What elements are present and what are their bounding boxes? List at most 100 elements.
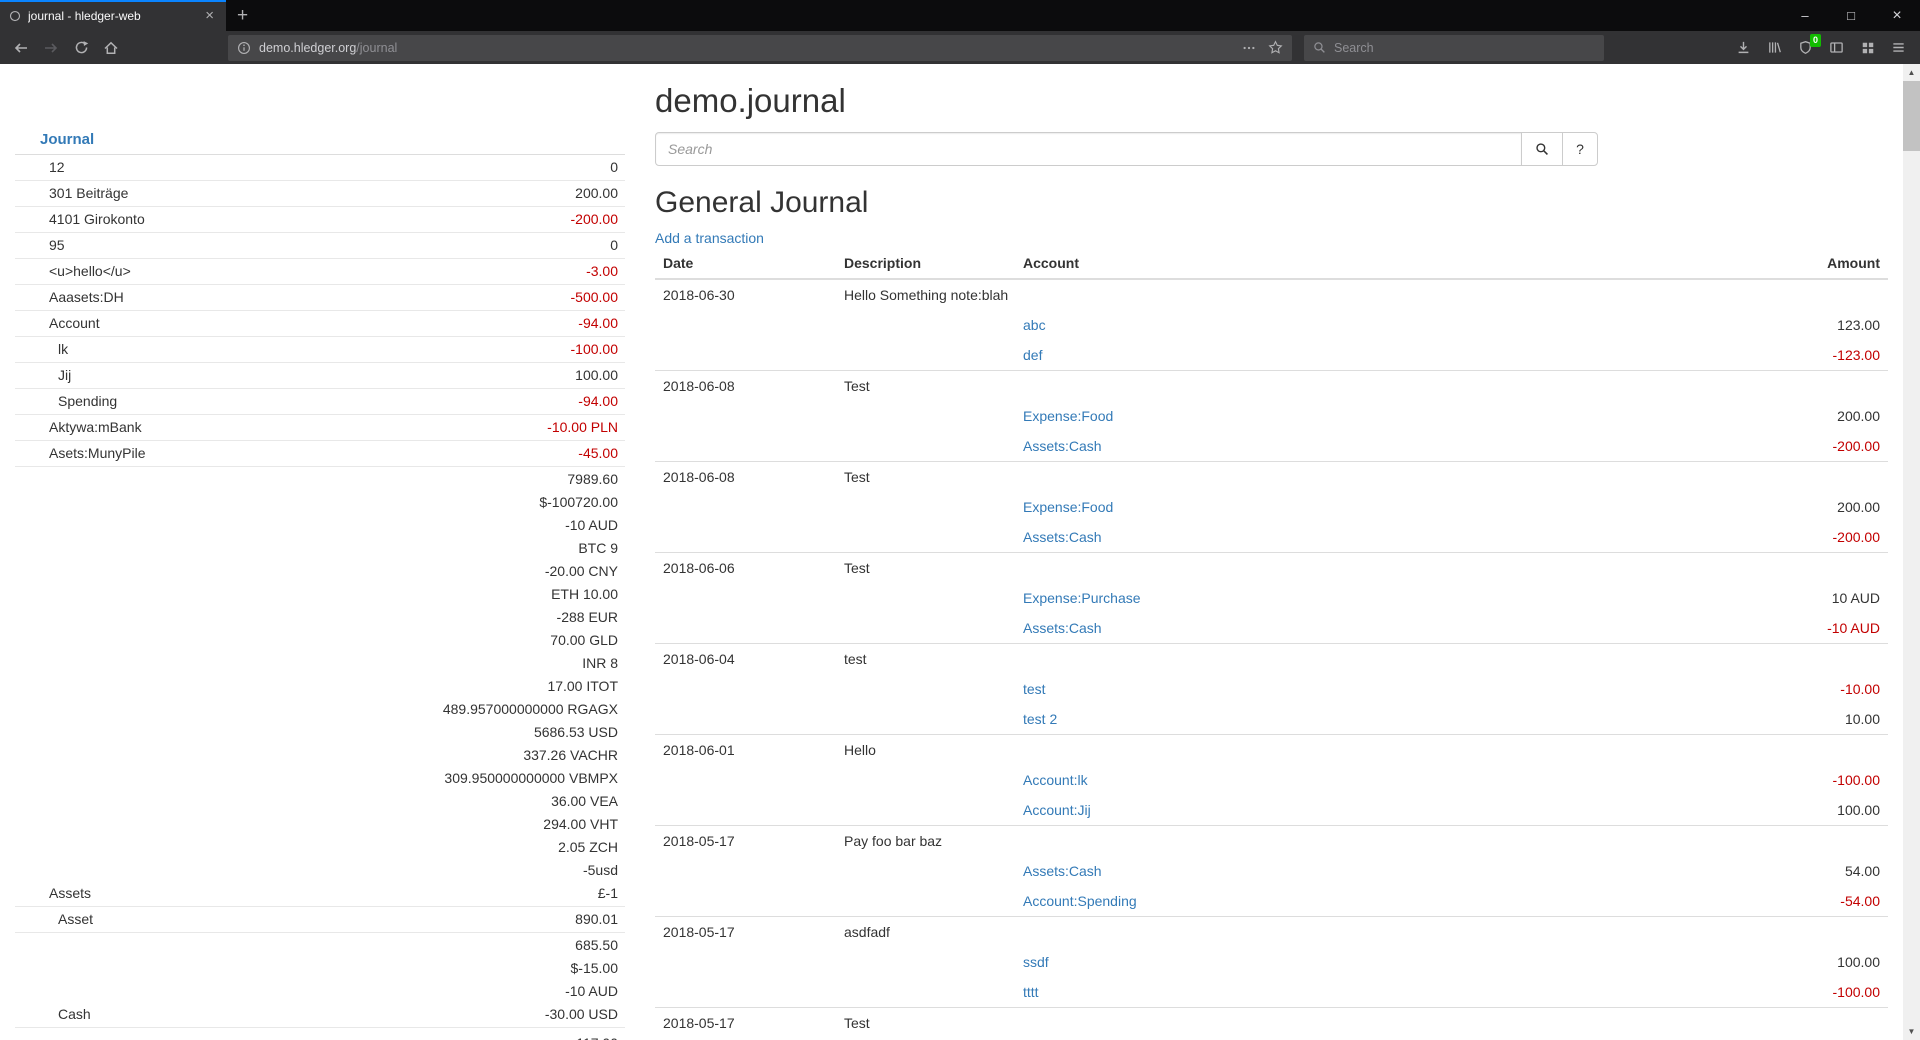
posting-account-link[interactable]: def — [1023, 347, 1042, 363]
site-info-icon[interactable] — [237, 41, 251, 55]
transaction-date: 2018-05-17 — [655, 1008, 836, 1039]
transaction-title-row[interactable]: 2018-06-06Test — [655, 553, 1888, 584]
posting-account-link[interactable]: Account:lk — [1023, 772, 1088, 788]
page-actions-icon[interactable] — [1242, 41, 1256, 55]
transaction-title-row[interactable]: 2018-05-17Test — [655, 1008, 1888, 1039]
journal-search-input[interactable] — [655, 132, 1522, 166]
posting-account-link[interactable]: Expense:Purchase — [1023, 590, 1141, 606]
balance-amount: -45.00 — [270, 442, 618, 465]
sidebar-account-link[interactable]: Spending — [58, 390, 117, 413]
browser-tab[interactable]: journal - hledger-web × — [0, 0, 226, 31]
sidebar-account-link[interactable]: Aaasets:DH — [49, 286, 124, 309]
balance-amount: £-1 — [270, 882, 618, 905]
sidebar-journal-link[interactable]: Journal — [40, 131, 94, 148]
new-tab-button[interactable]: + — [226, 0, 259, 31]
sidebar-account-link[interactable]: Asets:MunyPile — [49, 442, 145, 465]
reload-button[interactable] — [66, 34, 96, 62]
search-help-button[interactable]: ? — [1562, 132, 1598, 166]
sidebar-account-link[interactable]: Asset — [58, 908, 93, 931]
sidebar-account-link[interactable]: Jij — [58, 364, 71, 387]
posting-account-link[interactable]: Account:Spending — [1023, 893, 1137, 909]
balance-amount: $-100720.00 — [270, 491, 618, 514]
balance-amount: 309.950000000000 VBMPX — [270, 767, 618, 790]
sidebar-account-link[interactable]: Assets — [49, 882, 91, 905]
transaction-description: Hello Something note:blah — [836, 279, 1888, 310]
apps-grid-icon[interactable] — [1852, 34, 1883, 62]
sidebar-account-link[interactable]: 95 — [49, 234, 65, 257]
page-scrollbar[interactable]: ▲ ▼ — [1903, 64, 1920, 1040]
sidebar-account-row: Jij 100.00 — [15, 363, 625, 389]
sidebar-account-link[interactable]: 4101 Girokonto — [49, 208, 145, 231]
posting-account-link[interactable]: Account:Jij — [1023, 802, 1091, 818]
sidebar-account-balance: 0 — [270, 155, 625, 181]
sidebar-account-link[interactable]: Account — [49, 312, 100, 335]
balance-amount: ETH 10.00 — [270, 583, 618, 606]
extension-icon[interactable]: 0 — [1790, 34, 1821, 62]
balance-amount: -288 EUR — [270, 606, 618, 629]
sidebars-icon[interactable] — [1821, 34, 1852, 62]
sidebar-account-row: 12 0 — [15, 155, 625, 181]
transaction-title-row[interactable]: 2018-06-08Test — [655, 371, 1888, 402]
posting-account-link[interactable]: Expense:Food — [1023, 499, 1113, 515]
balance-amount: 294.00 VHT — [270, 813, 618, 836]
balance-amount: 17.00 ITOT — [270, 675, 618, 698]
transaction-title-row[interactable]: 2018-06-04test — [655, 644, 1888, 675]
posting-account-link[interactable]: abc — [1023, 317, 1046, 333]
transaction-title-row[interactable]: 2018-06-08Test — [655, 462, 1888, 493]
window-maximize-button[interactable]: □ — [1828, 0, 1874, 31]
scrollbar-thumb[interactable] — [1903, 81, 1920, 151]
posting-row: Account:Jij100.00 — [655, 795, 1888, 826]
transaction-title-row[interactable]: 2018-05-17Pay foo bar baz — [655, 826, 1888, 857]
transaction-date: 2018-06-04 — [655, 644, 836, 675]
downloads-icon[interactable] — [1728, 34, 1759, 62]
transaction-description: Hello — [836, 735, 1888, 766]
posting-account-link[interactable]: Expense:Food — [1023, 408, 1113, 424]
sidebar-account-link[interactable]: 301 Beiträge — [49, 182, 128, 205]
sidebar-account-balance: 100.00 — [270, 363, 625, 389]
journal-table-header: Date Description Account Amount — [655, 250, 1888, 279]
posting-account-link[interactable]: Assets:Cash — [1023, 863, 1102, 879]
transaction-title-row[interactable]: 2018-06-01Hello — [655, 735, 1888, 766]
posting-account-link[interactable]: test — [1023, 681, 1046, 697]
sidebar-account-balance: -117.00 — [270, 1028, 625, 1040]
window-close-button[interactable]: × — [1874, 0, 1920, 31]
posting-account-link[interactable]: Assets:Cash — [1023, 529, 1102, 545]
scrollbar-up-arrow[interactable]: ▲ — [1903, 64, 1920, 81]
balance-amount: -3.00 — [270, 260, 618, 283]
posting-account-link[interactable]: tttt — [1023, 984, 1039, 1000]
sidebar-account-link[interactable]: Cash — [58, 1003, 91, 1026]
posting-amount: -10 AUD — [1668, 613, 1888, 644]
add-transaction-link[interactable]: Add a transaction — [655, 230, 764, 246]
posting-account-link[interactable]: Assets:Cash — [1023, 620, 1102, 636]
posting-amount: 10 AUD — [1668, 583, 1888, 613]
tab-favicon-icon — [9, 10, 21, 22]
posting-amount: -200.00 — [1668, 431, 1888, 462]
window-minimize-button[interactable]: – — [1782, 0, 1828, 31]
transaction-title-row[interactable]: 2018-05-17asdfadf — [655, 917, 1888, 948]
forward-button[interactable] — [36, 34, 66, 62]
sidebar-account-row: 301 Beiträge 200.00 — [15, 181, 625, 207]
menu-hamburger-icon[interactable] — [1883, 34, 1914, 62]
posting-row: Expense:Food200.00 — [655, 401, 1888, 431]
sidebar-account-link[interactable]: Aktywa:mBank — [49, 416, 142, 439]
balance-amount: -10 AUD — [270, 980, 618, 1003]
sidebar-account-link[interactable]: lk — [58, 338, 68, 361]
sidebar-account-balance: -200.00 — [270, 207, 625, 233]
journal-search-button[interactable] — [1521, 132, 1563, 166]
url-bar[interactable]: demo.hledger.org/journal — [228, 35, 1292, 61]
home-button[interactable] — [96, 34, 126, 62]
balance-amount: -200.00 — [270, 208, 618, 231]
balance-amount: 200.00 — [270, 182, 618, 205]
scrollbar-down-arrow[interactable]: ▼ — [1903, 1023, 1920, 1040]
back-button[interactable] — [6, 34, 36, 62]
posting-account-link[interactable]: Assets:Cash — [1023, 438, 1102, 454]
posting-account-link[interactable]: ssdf — [1023, 954, 1049, 970]
transaction-title-row[interactable]: 2018-06-30Hello Something note:blah — [655, 279, 1888, 310]
browser-search-field[interactable]: Search — [1304, 35, 1604, 61]
sidebar-account-link[interactable]: 12 — [49, 156, 65, 179]
sidebar-account-link[interactable]: <u>hello</u> — [49, 260, 131, 283]
bookmark-star-icon[interactable] — [1268, 40, 1283, 55]
library-icon[interactable] — [1759, 34, 1790, 62]
posting-account-link[interactable]: test 2 — [1023, 711, 1057, 727]
tab-close-icon[interactable]: × — [202, 6, 217, 25]
